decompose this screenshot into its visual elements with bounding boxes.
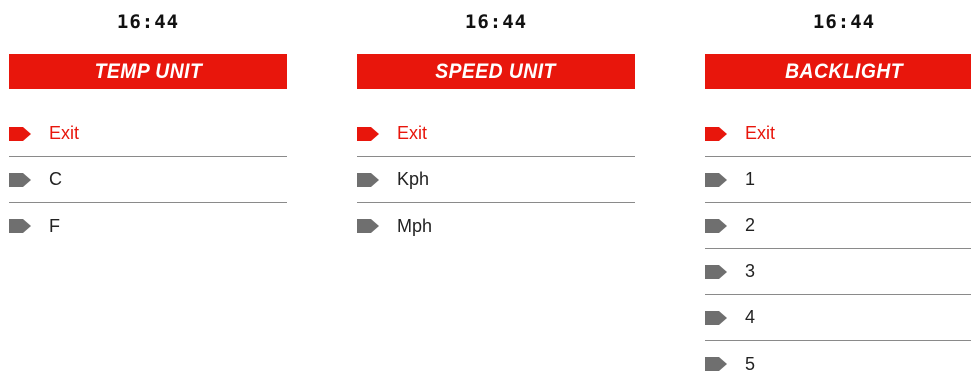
arrow-icon bbox=[357, 219, 379, 233]
menu-item-label: C bbox=[49, 169, 62, 189]
screen-title-bar: TEMP UNIT bbox=[9, 54, 287, 89]
arrow-icon bbox=[9, 172, 31, 187]
menu-item-exit[interactable]: Exit bbox=[705, 111, 971, 157]
arrow-icon bbox=[705, 126, 727, 141]
menu-item-fahrenheit[interactable]: F bbox=[9, 203, 287, 249]
menu-item-label: Exit bbox=[49, 123, 80, 143]
screen-title: SPEED UNIT bbox=[435, 59, 557, 83]
clock-time: 16:44 bbox=[464, 11, 528, 33]
menu-item-level-3[interactable]: 3 bbox=[705, 249, 971, 295]
arrow-icon bbox=[705, 310, 727, 325]
menu-item-label: 4 bbox=[745, 307, 756, 327]
screen-title-bar: SPEED UNIT bbox=[357, 54, 635, 89]
arrow-icon bbox=[357, 172, 379, 187]
arrow-icon bbox=[9, 219, 31, 233]
menu-item-exit[interactable]: Exit bbox=[357, 111, 635, 157]
menu-item-label: 2 bbox=[745, 215, 756, 235]
screen-title: TEMP UNIT bbox=[94, 59, 202, 83]
temp-unit-screen: 16:44 TEMP UNIT Exit C F bbox=[9, 0, 287, 376]
arrow-icon bbox=[705, 264, 727, 279]
menu-list: Exit Kph Mph bbox=[357, 111, 635, 249]
arrow-icon bbox=[705, 172, 727, 187]
screen-title-bar: BACKLIGHT bbox=[705, 54, 971, 89]
backlight-screen: 16:44 BACKLIGHT Exit 1 2 3 4 5 bbox=[705, 0, 971, 376]
menu-item-level-1[interactable]: 1 bbox=[705, 157, 971, 203]
menu-item-label: Exit bbox=[745, 123, 776, 143]
menu-item-mph[interactable]: Mph bbox=[357, 203, 635, 249]
menu-list: Exit 1 2 3 4 5 bbox=[705, 111, 971, 387]
menu-item-label: Exit bbox=[397, 123, 428, 143]
menu-item-label: F bbox=[49, 215, 60, 236]
speed-unit-screen: 16:44 SPEED UNIT Exit Kph Mph bbox=[357, 0, 635, 376]
menu-list: Exit C F bbox=[9, 111, 287, 249]
menu-item-celsius[interactable]: C bbox=[9, 157, 287, 203]
clock-time: 16:44 bbox=[116, 11, 180, 33]
menu-item-label: 1 bbox=[745, 169, 756, 189]
menu-item-level-5[interactable]: 5 bbox=[705, 341, 971, 387]
arrow-icon bbox=[357, 126, 379, 141]
menu-item-label: 3 bbox=[745, 261, 756, 281]
screen-title: BACKLIGHT bbox=[785, 59, 903, 83]
menu-item-label: Kph bbox=[397, 169, 430, 189]
menu-item-level-2[interactable]: 2 bbox=[705, 203, 971, 249]
arrow-icon bbox=[705, 218, 727, 233]
menu-item-level-4[interactable]: 4 bbox=[705, 295, 971, 341]
menu-item-label: Mph bbox=[397, 215, 433, 236]
arrow-icon bbox=[705, 357, 727, 371]
menu-item-kph[interactable]: Kph bbox=[357, 157, 635, 203]
menu-item-label: 5 bbox=[745, 353, 756, 374]
arrow-icon bbox=[9, 126, 31, 141]
clock-time: 16:44 bbox=[812, 11, 876, 33]
menu-item-exit[interactable]: Exit bbox=[9, 111, 287, 157]
